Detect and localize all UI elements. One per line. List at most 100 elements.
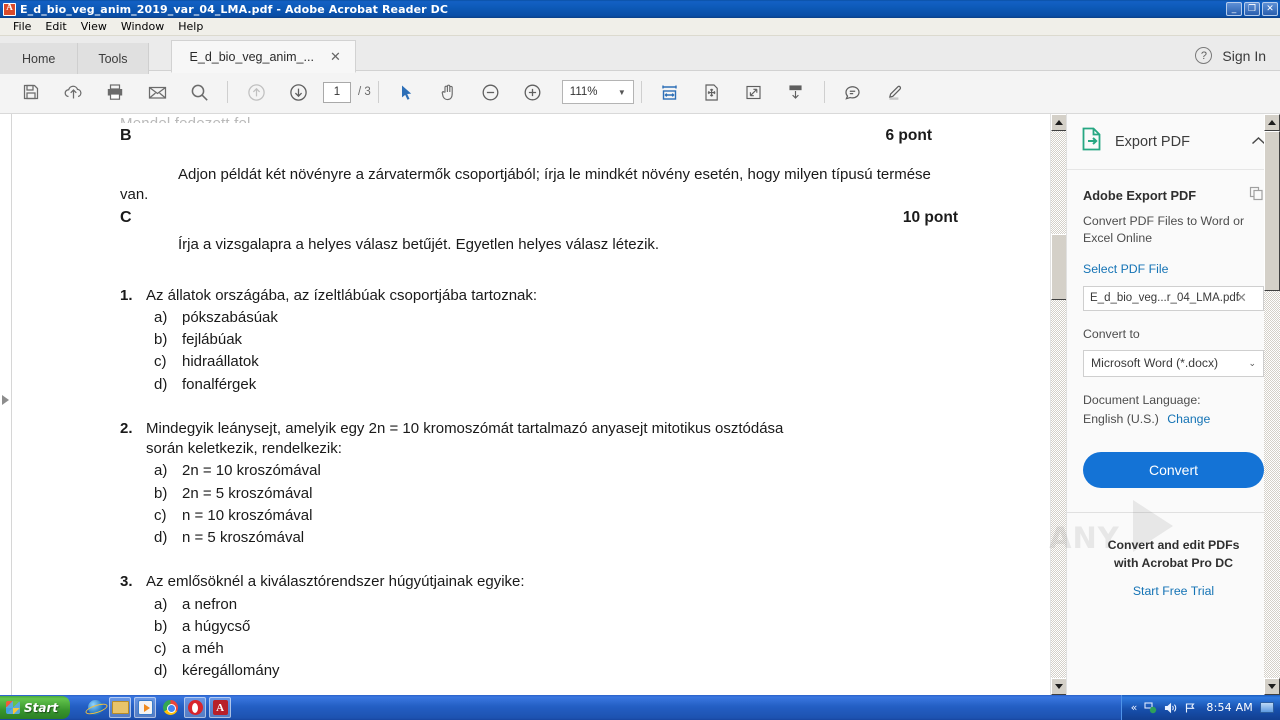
option-label: d)	[154, 662, 168, 680]
start-free-trial-link[interactable]: Start Free Trial	[1077, 584, 1270, 598]
option-text: hidraállatok	[182, 353, 259, 371]
copy-icon[interactable]	[1249, 186, 1264, 204]
close-icon[interactable]: ✕	[1236, 290, 1247, 306]
select-pdf-file-link[interactable]: Select PDF File	[1083, 262, 1264, 276]
hand-tool-icon[interactable]	[428, 71, 470, 113]
option-label: c)	[154, 506, 167, 524]
option-row: b) 2n = 5 kroszómával	[154, 484, 1024, 504]
export-pdf-icon	[1081, 127, 1103, 156]
zoom-level-select[interactable]: 111% ▼	[561, 80, 634, 104]
close-button[interactable]: ✕	[1262, 2, 1278, 16]
option-row: d) n = 5 kroszómával	[154, 528, 1024, 548]
tab-tools[interactable]: Tools	[78, 43, 149, 74]
export-pdf-title: Export PDF	[1115, 133, 1190, 150]
tray-expand-icon[interactable]: «	[1131, 701, 1138, 714]
taskbar-clock[interactable]: 8:54 AM	[1206, 701, 1253, 714]
menu-item-help[interactable]: Help	[171, 19, 210, 34]
selected-file-name: E_d_bio_veg...r_04_LMA.pdf	[1090, 292, 1239, 305]
taskbar-media-player-icon[interactable]	[134, 697, 157, 718]
option-label: b)	[154, 331, 168, 349]
change-language-link[interactable]: Change	[1167, 412, 1210, 426]
taskbar-opera-icon[interactable]	[184, 697, 207, 718]
document-language-row: English (U.S.) Change	[1083, 412, 1264, 426]
toolbar-divider-2	[377, 81, 379, 103]
previous-page-icon[interactable]	[235, 71, 277, 113]
section-c-row: C 10 pont	[38, 207, 1024, 229]
tab-document[interactable]: E_d_bio_veg_anim_... ✕	[170, 40, 356, 73]
left-panel-gutter[interactable]	[0, 114, 12, 695]
save-icon[interactable]	[10, 71, 52, 113]
fullscreen-icon[interactable]	[733, 71, 775, 113]
panel-scrollbar-thumb[interactable]	[1264, 131, 1280, 291]
menu-item-window[interactable]: Window	[114, 19, 171, 34]
volume-icon[interactable]	[1164, 702, 1177, 714]
next-page-icon[interactable]	[277, 71, 319, 113]
tab-document-label: E_d_bio_veg_anim_...	[189, 49, 314, 64]
option-text: a méh	[182, 640, 224, 658]
menu-item-view[interactable]: View	[74, 19, 114, 34]
show-desktop-icon[interactable]	[1260, 702, 1274, 713]
adobe-export-pdf-heading: Adobe Export PDF	[1083, 186, 1264, 204]
minimize-button[interactable]: _	[1226, 2, 1242, 16]
zoom-in-icon[interactable]	[512, 71, 554, 113]
help-icon[interactable]: ?	[1195, 47, 1213, 64]
menu-item-file[interactable]: File	[6, 19, 38, 34]
scrollbar-thumb[interactable]	[1051, 234, 1066, 300]
print-icon[interactable]	[94, 71, 136, 113]
panel-scrollbar[interactable]	[1264, 114, 1280, 695]
taskbar-file-explorer-icon[interactable]	[109, 697, 132, 718]
document-language-label: Document Language:	[1083, 392, 1201, 407]
panel-scroll-up-button[interactable]	[1264, 114, 1280, 131]
scroll-down-page-icon[interactable]	[775, 71, 817, 113]
scroll-up-button[interactable]	[1051, 114, 1066, 131]
option-text: fejlábúak	[182, 331, 243, 349]
fit-page-icon[interactable]	[691, 71, 733, 113]
network-icon[interactable]	[1144, 701, 1157, 714]
flag-notification-icon[interactable]	[1184, 702, 1197, 714]
sign-in-button[interactable]: Sign In	[1222, 48, 1266, 64]
maximize-button[interactable]: ❐	[1244, 2, 1260, 16]
question-text: Mindegyik leánysejt, amelyik egy 2n = 10…	[146, 419, 783, 460]
application-chrome: Home Tools E_d_bio_veg_anim_... ✕ ? Sign…	[0, 36, 1280, 114]
upload-cloud-icon[interactable]	[52, 71, 94, 113]
format-select[interactable]: Microsoft Word (*.docx) ⌄	[1083, 349, 1264, 377]
option-label: b)	[154, 617, 168, 635]
windows-taskbar: Start A « 8:54 AM	[0, 695, 1280, 720]
option-text: n = 5 kroszómával	[182, 529, 305, 547]
search-icon[interactable]	[178, 71, 220, 113]
option-text: a húgycső	[182, 617, 251, 635]
document-scrollbar[interactable]	[1050, 114, 1066, 695]
section-c-paragraph: Írja a vizsgalapra a helyes válasz betűj…	[178, 236, 660, 254]
scroll-down-button[interactable]	[1051, 678, 1066, 695]
right-tools-panel: Export PDF Adobe Export PDF Convert PDF …	[1049, 114, 1280, 695]
highlight-pen-icon[interactable]	[874, 71, 916, 113]
option-label: c)	[154, 353, 167, 371]
menu-item-edit[interactable]: Edit	[38, 19, 73, 34]
zoom-out-icon[interactable]	[470, 71, 512, 113]
taskbar-chrome-icon[interactable]	[159, 697, 181, 718]
select-tool-icon[interactable]	[386, 71, 428, 113]
tab-home[interactable]: Home	[0, 43, 79, 74]
question-block: 1. Az állatok országába, az ízeltlábúak …	[38, 286, 1024, 395]
export-pdf-header[interactable]: Export PDF	[1067, 114, 1280, 170]
selected-file-field[interactable]: E_d_bio_veg...r_04_LMA.pdf ✕	[1083, 285, 1264, 311]
window-titlebar[interactable]: E_d_bio_veg_anim_2019_var_04_LMA.pdf - A…	[0, 0, 1280, 18]
chevron-down-icon: ▼	[617, 87, 626, 97]
taskbar-internet-explorer-icon[interactable]	[84, 697, 106, 718]
fit-width-icon[interactable]	[649, 71, 691, 113]
panel-scroll-down-button[interactable]	[1264, 678, 1280, 695]
document-view[interactable]: Mendel fedezett fel. B 6 pont Adjon péld…	[12, 114, 1066, 695]
convert-button[interactable]: Convert	[1083, 451, 1264, 488]
close-icon[interactable]: ✕	[330, 50, 341, 63]
email-icon[interactable]	[136, 71, 178, 113]
page-number-input[interactable]: 1	[323, 81, 351, 103]
question-options: a) a nefron b) a húgycső c) a méh d) kér…	[120, 595, 1024, 682]
taskbar-acrobat-reader-icon[interactable]: A	[209, 697, 232, 718]
document-language-value: English (U.S.)	[1083, 411, 1159, 426]
toolbar-divider	[227, 81, 228, 103]
convert-to-label: Convert to	[1083, 326, 1140, 341]
start-button[interactable]: Start	[0, 696, 71, 719]
promo-block: ANY Convert and edit PDFs with Acrobat P…	[1049, 499, 1280, 598]
expand-navigation-pane-icon[interactable]	[2, 395, 9, 405]
comment-icon[interactable]	[832, 71, 874, 113]
